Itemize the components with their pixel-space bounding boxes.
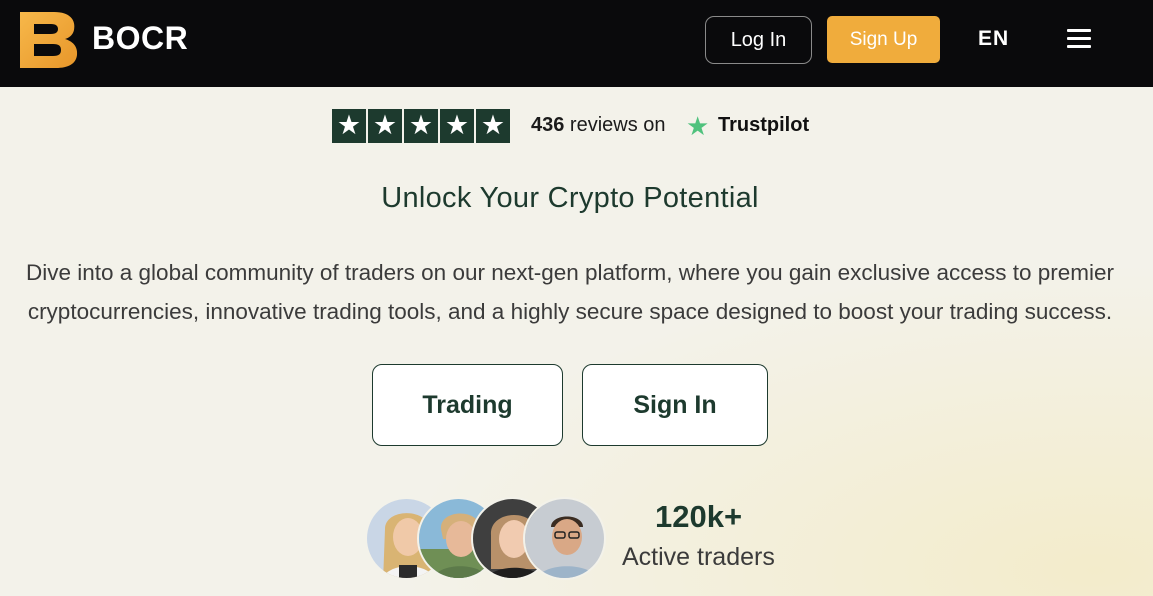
star-icon: ★	[476, 109, 510, 143]
hero-description: Dive into a global community of traders …	[0, 253, 1140, 331]
menu-line	[1067, 45, 1091, 48]
star-icon: ★	[332, 109, 366, 143]
language-selector[interactable]: EN	[978, 27, 1009, 51]
signin-button[interactable]: Sign In	[582, 364, 768, 446]
bocr-logo-icon[interactable]	[18, 10, 80, 70]
review-count: 436	[531, 114, 565, 136]
description-line: cryptocurrencies, innovative trading too…	[27, 299, 1113, 324]
brand-name[interactable]: BOCR	[92, 20, 188, 57]
star-icon: ★	[404, 109, 438, 143]
trading-button[interactable]: Trading	[372, 364, 563, 446]
active-traders-label: Active traders	[622, 543, 775, 571]
active-traders-count: 120k+	[655, 499, 743, 534]
login-button[interactable]: Log In	[705, 16, 812, 64]
trustpilot-rating-stars: ★ ★ ★ ★ ★	[332, 109, 510, 143]
review-count-text: 436 reviews on	[531, 114, 666, 137]
signup-button[interactable]: Sign Up	[827, 16, 940, 63]
avatar	[523, 497, 606, 580]
hamburger-menu-icon[interactable]	[1067, 29, 1091, 51]
trustpilot-name[interactable]: Trustpilot	[718, 114, 809, 137]
trader-avatars	[365, 497, 610, 581]
star-icon: ★	[368, 109, 402, 143]
hero-headline: Unlock Your Crypto Potential	[381, 182, 759, 214]
reviews-suffix: reviews on	[564, 114, 666, 136]
description-line: Dive into a global community of traders …	[25, 260, 1115, 285]
top-navigation-bar: BOCR Log In Sign Up EN	[0, 0, 1153, 87]
menu-line	[1067, 29, 1091, 32]
menu-line	[1067, 37, 1091, 40]
trustpilot-star-icon: ★	[686, 112, 710, 142]
star-icon: ★	[440, 109, 474, 143]
